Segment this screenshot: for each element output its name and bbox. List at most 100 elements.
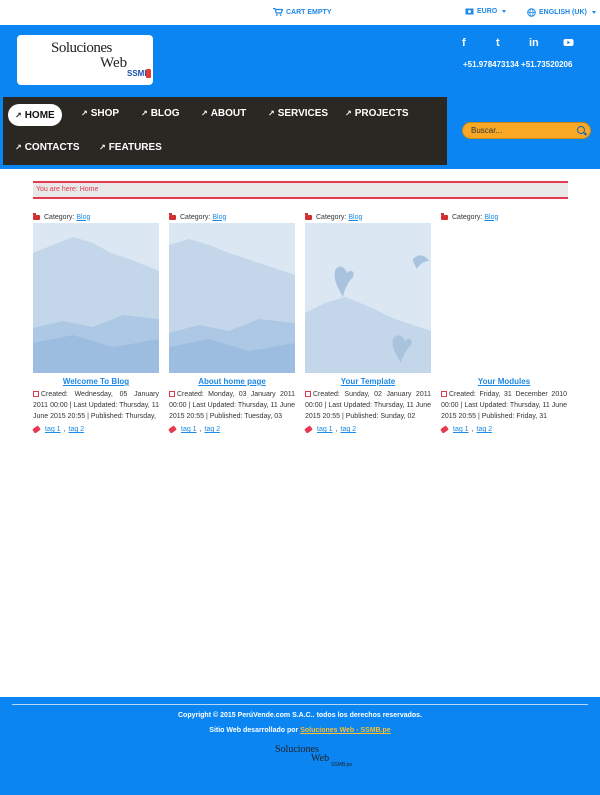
tag-link[interactable]: tag 2 bbox=[341, 426, 357, 433]
article-card: Category: Blog Your Template Created: Su… bbox=[304, 211, 431, 434]
tag-icon bbox=[168, 425, 177, 434]
site-logo[interactable]: Soluciones Web SSMB bbox=[17, 35, 153, 85]
facebook-icon[interactable]: f bbox=[462, 37, 466, 49]
article-image[interactable] bbox=[305, 223, 431, 373]
tag-link[interactable]: tag 2 bbox=[69, 426, 85, 433]
developer-link[interactable]: Soluciones Web - SSMB.pe bbox=[300, 727, 391, 734]
article-card: Category: Blog About home page Created: … bbox=[168, 211, 295, 434]
cart-link[interactable]: CART EMPTY bbox=[273, 8, 332, 16]
logo-line2: Web bbox=[100, 55, 128, 71]
nav-item-about[interactable]: ↗ ABOUT bbox=[201, 108, 246, 119]
main-navigation: ↗ HOME ↗ SHOP ↗ BLOG ↗ ABOUT ↗ SERVICES … bbox=[3, 97, 447, 165]
chevron-down-icon bbox=[591, 11, 596, 14]
calendar-icon bbox=[305, 391, 311, 397]
tag-icon bbox=[32, 425, 41, 434]
arrow-icon: ↗ bbox=[141, 109, 148, 118]
calendar-icon bbox=[33, 391, 39, 397]
money-icon bbox=[465, 8, 474, 15]
breadcrumb-text: You are here: Home bbox=[36, 186, 99, 193]
nav-item-label: BLOG bbox=[150, 108, 180, 119]
nav-item-features[interactable]: ↗ FEATURES bbox=[99, 142, 162, 153]
article-meta: Created: Sunday, 02 January 2011 00:00 |… bbox=[305, 389, 431, 422]
breadcrumb: You are here: Home bbox=[33, 181, 568, 199]
arrow-icon: ↗ bbox=[15, 143, 22, 152]
category-label: Category: bbox=[180, 213, 211, 221]
arrow-icon: ↗ bbox=[15, 110, 22, 120]
phone-numbers: +51.978473134 +51.73520206 bbox=[463, 60, 573, 69]
tag-link[interactable]: tag 1 bbox=[317, 426, 333, 433]
nav-item-services[interactable]: ↗ SERVICES bbox=[268, 108, 328, 119]
globe-icon bbox=[527, 8, 536, 17]
cart-label: CART EMPTY bbox=[286, 8, 332, 16]
article-tags: tag 1, tag 2 bbox=[32, 425, 159, 434]
article-image[interactable] bbox=[169, 223, 295, 373]
category-label: Category: bbox=[44, 213, 75, 221]
search-placeholder: Buscar... bbox=[471, 126, 503, 135]
currency-label: EURO bbox=[477, 8, 498, 15]
nav-item-shop[interactable]: ↗ SHOP bbox=[81, 108, 119, 119]
article-image[interactable] bbox=[33, 223, 159, 373]
category-link[interactable]: Blog bbox=[484, 214, 498, 221]
nav-item-label: PROJECTS bbox=[354, 108, 409, 119]
article-tags: tag 1, tag 2 bbox=[440, 425, 567, 434]
developer-credit: Sitio Web desarrollado por Soluciones We… bbox=[0, 727, 600, 734]
article-category: Category: Blog bbox=[441, 211, 567, 223]
tag-separator: , bbox=[199, 426, 202, 433]
nav-item-label: CONTACTS bbox=[24, 142, 80, 153]
article-meta: Created: Friday, 31 December 2010 00:00 … bbox=[441, 389, 567, 422]
article-card: Category: Blog Welcome To Blog Created: … bbox=[32, 211, 159, 434]
logo-mark-icon bbox=[146, 69, 151, 78]
article-title[interactable]: Welcome To Blog bbox=[33, 377, 159, 388]
nav-item-label: FEATURES bbox=[108, 142, 162, 153]
category-label: Category: bbox=[452, 213, 483, 221]
twitter-icon[interactable]: t bbox=[496, 37, 500, 49]
tag-link[interactable]: tag 2 bbox=[205, 426, 221, 433]
language-selector[interactable]: ENGLISH (UK) bbox=[527, 8, 596, 17]
tag-link[interactable]: tag 1 bbox=[45, 426, 61, 433]
article-meta-text: Created: Wednesday, 05 January 2011 00:0… bbox=[33, 391, 159, 420]
youtube-shape bbox=[563, 39, 574, 46]
nav-item-blog[interactable]: ↗ BLOG bbox=[141, 108, 180, 119]
arrow-icon: ↗ bbox=[268, 109, 275, 118]
calendar-icon bbox=[169, 391, 175, 397]
article-title[interactable]: Your Modules bbox=[441, 377, 567, 388]
birds-image-icon bbox=[305, 223, 431, 373]
tag-separator: , bbox=[335, 426, 338, 433]
search-input[interactable]: Buscar... bbox=[462, 122, 591, 139]
article-image-blank bbox=[441, 223, 567, 373]
article-title[interactable]: About home page bbox=[169, 377, 295, 388]
tag-separator: , bbox=[471, 426, 474, 433]
article-meta: Created: Monday, 03 January 2011 00:00 |… bbox=[169, 389, 295, 422]
currency-selector[interactable]: EURO bbox=[465, 8, 507, 15]
article-title[interactable]: Your Template bbox=[305, 377, 431, 388]
category-link[interactable]: Blog bbox=[348, 214, 362, 221]
tag-link[interactable]: tag 2 bbox=[477, 426, 493, 433]
folder-icon bbox=[33, 213, 40, 220]
nav-item-projects[interactable]: ↗ PROJECTS bbox=[345, 108, 409, 119]
landscape-image-icon bbox=[169, 223, 295, 373]
nav-item-contacts[interactable]: ↗ CONTACTS bbox=[15, 142, 80, 153]
tag-link[interactable]: tag 1 bbox=[453, 426, 469, 433]
article-tags: tag 1, tag 2 bbox=[168, 425, 295, 434]
article-meta-text: Created: Sunday, 02 January 2011 00:00 |… bbox=[305, 391, 431, 420]
footer-divider bbox=[12, 704, 588, 705]
category-link[interactable]: Blog bbox=[212, 214, 226, 221]
category-label: Category: bbox=[316, 213, 347, 221]
nav-item-label: SHOP bbox=[90, 108, 120, 119]
nav-item-label: HOME bbox=[24, 109, 55, 121]
arrow-icon: ↗ bbox=[99, 143, 106, 152]
arrow-icon: ↗ bbox=[201, 109, 208, 118]
search-icon[interactable] bbox=[577, 126, 585, 134]
tag-link[interactable]: tag 1 bbox=[181, 426, 197, 433]
nav-item-home[interactable]: ↗ HOME bbox=[8, 104, 62, 126]
calendar-icon bbox=[441, 391, 447, 397]
landscape-image-icon bbox=[33, 223, 159, 373]
category-link[interactable]: Blog bbox=[76, 214, 90, 221]
linkedin-icon[interactable]: in bbox=[529, 37, 539, 49]
nav-item-label: ABOUT bbox=[210, 108, 247, 119]
folder-icon bbox=[441, 213, 448, 220]
article-category: Category: Blog bbox=[305, 211, 431, 223]
arrow-icon: ↗ bbox=[345, 109, 352, 118]
youtube-icon[interactable] bbox=[563, 37, 574, 51]
folder-icon bbox=[169, 213, 176, 220]
